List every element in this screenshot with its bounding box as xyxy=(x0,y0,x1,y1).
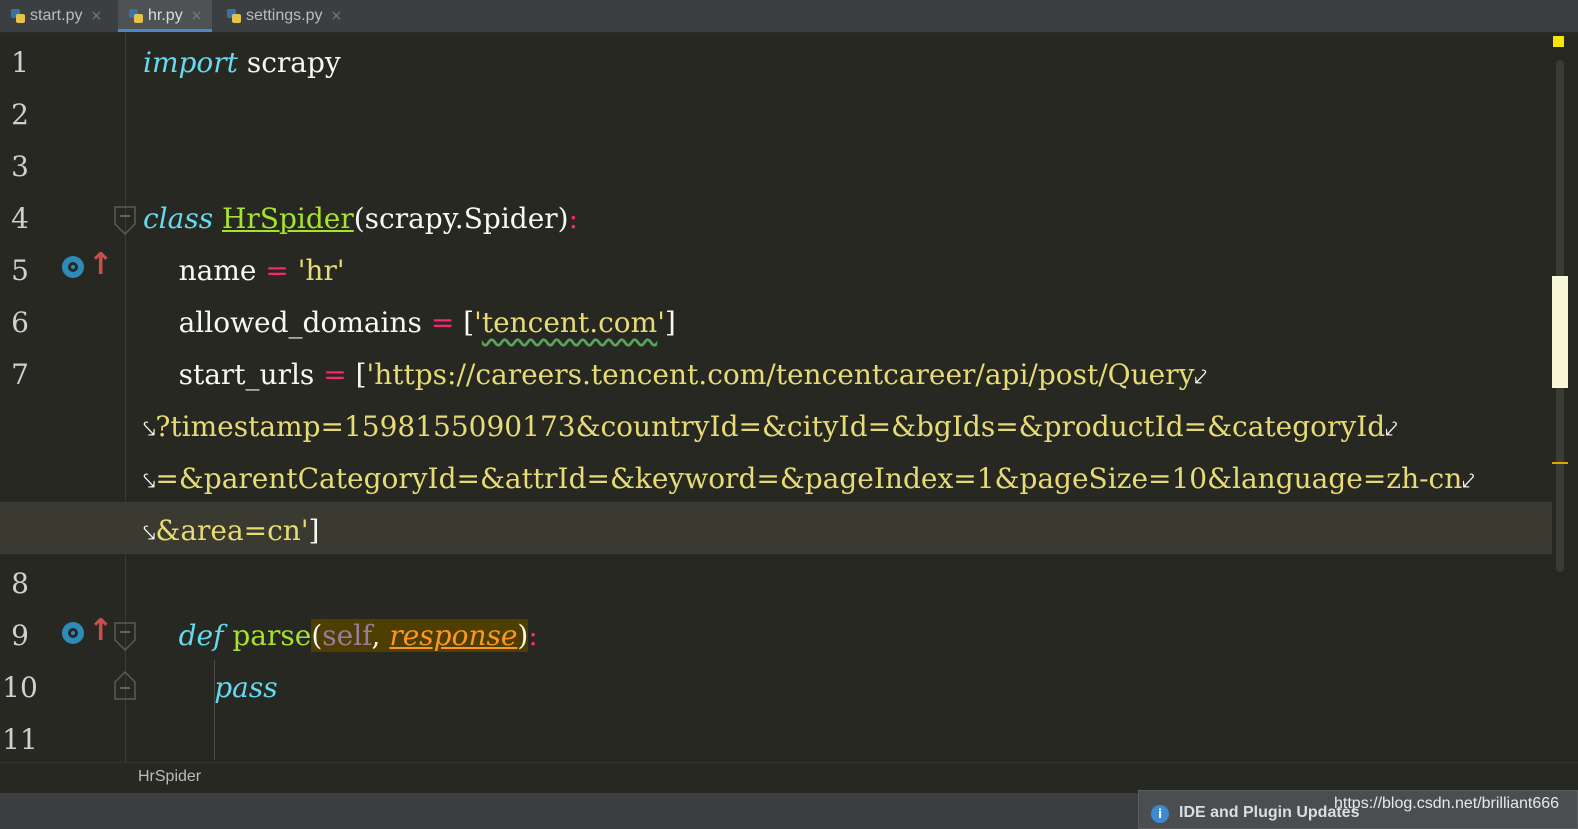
string-literal: tencent.com xyxy=(481,306,658,339)
close-icon[interactable]: × xyxy=(330,8,342,24)
operator: = xyxy=(421,306,464,339)
line-number: 11 xyxy=(2,723,38,756)
python-file-icon xyxy=(226,8,242,24)
notification-text[interactable]: IDE and Plugin Updates xyxy=(1179,804,1359,822)
up-arrow-icon: ↑ xyxy=(88,247,114,282)
line-number: 1 xyxy=(11,46,29,79)
code-line-6: allowed_domains = ['tencent.com'] xyxy=(143,297,676,349)
parameter-list-highlight: (self, response) xyxy=(311,619,529,652)
keyword: class xyxy=(143,202,214,235)
self-param: self xyxy=(322,619,372,652)
unused-parameter: response xyxy=(389,619,518,652)
identifier: start_urls xyxy=(178,358,315,391)
comma: , xyxy=(371,619,390,652)
line-number: 10 xyxy=(2,671,38,704)
close-icon[interactable]: × xyxy=(191,8,203,24)
code-line-10: pass xyxy=(143,662,278,714)
paren: ) xyxy=(517,619,529,652)
breadcrumb: HrSpider xyxy=(0,762,1578,793)
soft-wrap-continue-icon: ⤥ xyxy=(143,521,156,546)
code-line-5: name = 'hr' xyxy=(143,245,345,297)
quote: ' xyxy=(657,306,665,339)
line-number: 3 xyxy=(11,150,29,183)
code-line-9: def parse(self, response): xyxy=(143,610,538,662)
bracket: ] xyxy=(664,306,676,339)
editor-tab-bar: start.py × hr.py × settings.py × xyxy=(0,0,1578,33)
fold-end-icon[interactable] xyxy=(114,670,136,700)
fold-collapse-icon[interactable] xyxy=(114,622,136,652)
soft-wrap-continue-icon: ⤥ xyxy=(143,417,156,442)
string-literal: &area=cn' xyxy=(155,514,309,547)
tab-hr-py[interactable]: hr.py × xyxy=(118,0,212,32)
line-number: 9 xyxy=(11,619,29,652)
info-icon: i xyxy=(1151,805,1169,823)
soft-wrap-icon: ⤦ xyxy=(1194,365,1207,390)
class-name: HrSpider xyxy=(221,202,354,235)
string-literal: ?timestamp=1598155090173&countryId=&city… xyxy=(155,410,1386,443)
watermark: https://blog.csdn.net/brilliant666 xyxy=(1334,795,1560,812)
code-line-1: import scrapy xyxy=(143,37,341,89)
code-line-4: class HrSpider(scrapy.Spider): xyxy=(143,193,578,245)
identifier: name xyxy=(178,254,257,287)
inspection-status-marker[interactable] xyxy=(1553,36,1564,47)
breadcrumb-item[interactable]: HrSpider xyxy=(138,768,201,786)
tab-label: settings.py xyxy=(246,7,323,24)
soft-wrap-icon: ⤦ xyxy=(1462,469,1475,494)
code-text: (scrapy.Spider) xyxy=(353,202,569,235)
line-number: 2 xyxy=(11,98,29,131)
override-circle-icon xyxy=(62,622,84,644)
line-number: 6 xyxy=(11,306,29,339)
close-icon[interactable]: × xyxy=(90,8,102,24)
paren: ( xyxy=(311,619,323,652)
scrollbar-thumb[interactable] xyxy=(1552,276,1568,388)
colon: : xyxy=(568,202,579,235)
quote: ' xyxy=(474,306,482,339)
identifier: allowed_domains xyxy=(178,306,422,339)
keyword: pass xyxy=(214,671,278,704)
python-file-icon xyxy=(10,8,26,24)
line-number: 8 xyxy=(11,567,29,600)
tab-settings-py[interactable]: settings.py × xyxy=(226,0,356,32)
colon: : xyxy=(528,619,538,652)
code-line-7-wrap-1: ⤥?timestamp=1598155090173&countryId=&cit… xyxy=(143,401,1398,453)
tab-label: start.py xyxy=(30,7,83,24)
function-name: parse xyxy=(232,619,312,652)
override-gutter-icon[interactable]: ↑ xyxy=(62,614,113,654)
keyword: def xyxy=(178,619,224,652)
operator: = xyxy=(256,254,298,287)
tab-start-py[interactable]: start.py × xyxy=(10,0,116,32)
code-text: scrapy xyxy=(237,46,341,79)
line-number: 7 xyxy=(11,358,29,391)
tab-label: hr.py xyxy=(148,7,183,24)
override-circle-icon xyxy=(62,256,84,278)
line-number: 4 xyxy=(11,202,29,235)
bracket: ] xyxy=(308,514,320,547)
bracket: [ xyxy=(463,306,475,339)
string-literal: 'hr' xyxy=(297,254,345,287)
soft-wrap-continue-icon: ⤥ xyxy=(143,469,156,494)
python-file-icon xyxy=(128,8,144,24)
code-line-7: start_urls = ['https://careers.tencent.c… xyxy=(143,349,1207,401)
override-gutter-icon[interactable]: ↑ xyxy=(62,248,113,288)
keyword: import xyxy=(143,46,238,79)
fold-collapse-icon[interactable] xyxy=(114,206,136,236)
error-stripe-marker[interactable] xyxy=(1552,462,1568,464)
bracket: [ xyxy=(355,358,367,391)
string-literal: =&parentCategoryId=&attrId=&keyword=&pag… xyxy=(155,462,1463,495)
up-arrow-icon: ↑ xyxy=(88,613,114,648)
code-line-7-wrap-3: ⤥&area=cn'] xyxy=(143,505,319,557)
soft-wrap-icon: ⤦ xyxy=(1385,417,1398,442)
line-number: 5 xyxy=(11,254,29,287)
string-literal: 'https://careers.tencent.com/tencentcare… xyxy=(366,358,1195,391)
code-line-7-wrap-2: ⤥=&parentCategoryId=&attrId=&keyword=&pa… xyxy=(143,453,1475,505)
operator: = xyxy=(314,358,356,391)
gutter-separator xyxy=(125,33,126,762)
